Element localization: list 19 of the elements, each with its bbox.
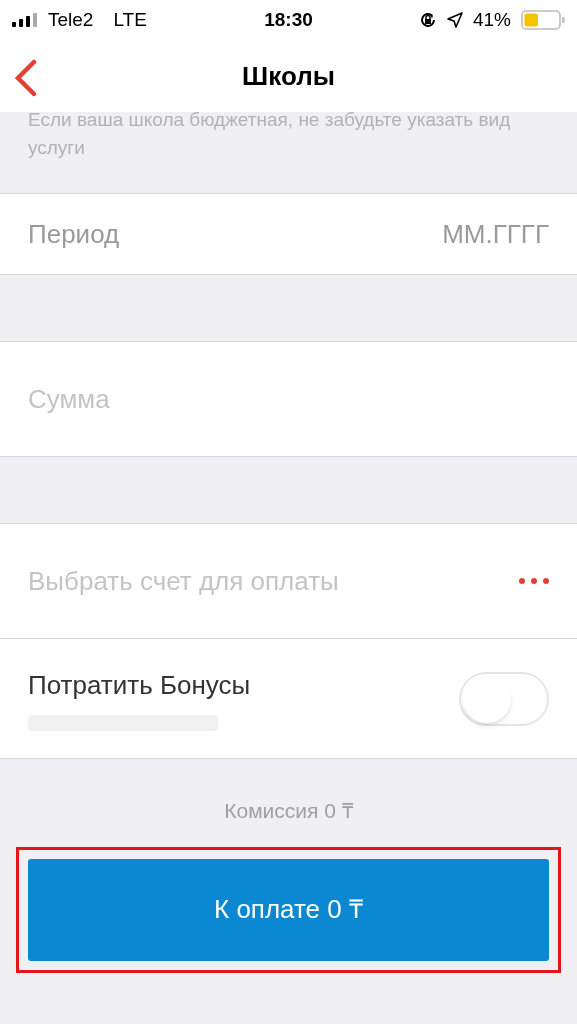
battery-icon [521,10,565,30]
amount-field[interactable]: Сумма [28,379,549,419]
bonus-toggle[interactable] [459,671,549,726]
bonus-label: Потратить Бонусы [28,669,251,702]
clock: 18:30 [263,7,314,32]
battery-percent: 41% [472,7,511,32]
rotation-lock-icon [418,11,437,29]
location-arrow-icon [446,12,463,28]
commission-text: Комиссия 0 ₸ [224,798,353,824]
period-label: Период [28,217,120,251]
hint-text: Если ваша школа бюджетная, не забудьте указать вид услуги [28,112,512,160]
screen-title: Школы [242,59,335,93]
period-field[interactable]: ММ.ГГГГ [349,214,549,254]
network-type: LTE [113,7,147,32]
signal-icon [12,13,38,27]
amount-row[interactable]: Сумма [0,341,577,457]
carrier-name: Tele2 [48,7,94,32]
pay-button[interactable]: К оплате 0 ₸ [28,858,549,961]
more-icon[interactable] [519,576,549,586]
